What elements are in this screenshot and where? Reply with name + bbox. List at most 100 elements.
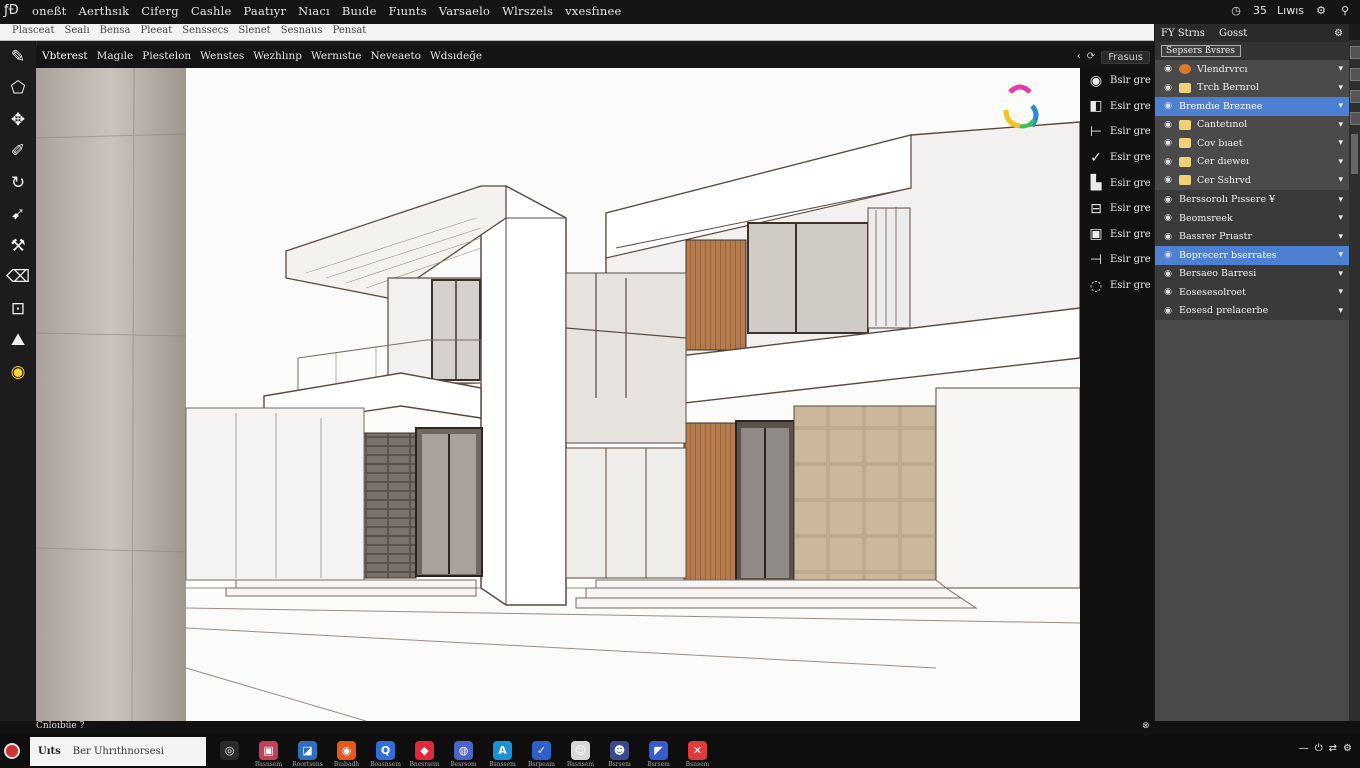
- taskbar-search[interactable]: Uıts Ber Uhrıthnorsesi: [30, 737, 206, 766]
- layer-menu-icon[interactable]: ▾: [1338, 138, 1343, 148]
- visibility-icon[interactable]: ◉: [1163, 213, 1173, 223]
- layer-menu-icon[interactable]: ▾: [1338, 306, 1343, 316]
- layer-row[interactable]: ◉ Boprecerr bserrates ▾: [1155, 246, 1349, 265]
- menu-item[interactable]: Fıunts: [389, 4, 427, 18]
- layer-row[interactable]: ◉ Eosesd prelacerbe ▾: [1155, 302, 1349, 321]
- photos-app-button[interactable]: ▣ Basnsem: [249, 737, 288, 768]
- gear-icon[interactable]: ⚙: [1314, 4, 1328, 17]
- layer-menu-icon[interactable]: ▾: [1338, 195, 1343, 205]
- layer-menu-icon[interactable]: ▾: [1338, 269, 1343, 279]
- layer-menu-icon[interactable]: ▾: [1338, 157, 1343, 167]
- face-app-button[interactable]: ☺ Basnsem: [561, 737, 600, 768]
- tool-property-row[interactable]: ▙ Esir gre: [1080, 170, 1154, 196]
- visibility-icon[interactable]: ◉: [1163, 83, 1173, 93]
- shape-tool-button[interactable]: ⬠: [0, 73, 36, 105]
- option-item[interactable]: Pensat: [333, 25, 367, 36]
- panel-tab[interactable]: FY Strns: [1161, 28, 1205, 39]
- layer-menu-icon[interactable]: ▾: [1338, 83, 1343, 93]
- pen-app-button[interactable]: A Bsnssem: [483, 737, 522, 768]
- document-tab[interactable]: Neveaeto: [370, 50, 421, 62]
- tool-property-row[interactable]: ◧ Esir gre: [1080, 94, 1154, 120]
- visibility-icon[interactable]: ◉: [1163, 138, 1173, 148]
- visibility-icon[interactable]: ◉: [1163, 195, 1173, 205]
- menu-item[interactable]: Varsaelo: [439, 4, 490, 18]
- shield-app-button[interactable]: ◆ Bnesrsem: [405, 737, 444, 768]
- crop-tool-button[interactable]: ⊡: [0, 293, 36, 325]
- tray-icon[interactable]: ⚙: [1343, 743, 1352, 754]
- option-item[interactable]: Slenet: [238, 25, 270, 36]
- option-item[interactable]: Senssecs: [182, 25, 228, 36]
- qapp-app-button[interactable]: Q Boasnsem: [366, 737, 405, 768]
- layer-row[interactable]: ◉ Trch Bernrol ▾: [1155, 79, 1349, 98]
- layer-menu-icon[interactable]: ▾: [1338, 120, 1343, 130]
- layer-row[interactable]: ◉ Berssorolı Pıssere ¥ ▾: [1155, 191, 1349, 210]
- menu-item[interactable]: vxesfınee: [565, 4, 621, 18]
- layer-filter-box[interactable]: Sepsers ßvsres: [1161, 45, 1241, 57]
- canvas[interactable]: [36, 68, 1080, 721]
- lasso-tool-button[interactable]: ↻: [0, 167, 36, 199]
- globe-app-button[interactable]: ◍ Besrsom: [444, 737, 483, 768]
- search-icon[interactable]: ⚲: [1338, 4, 1352, 17]
- transform-tool-button[interactable]: ✥: [0, 104, 36, 136]
- document-tab[interactable]: Piestelon: [142, 50, 191, 62]
- visibility-icon[interactable]: ◉: [1163, 175, 1173, 185]
- tray-icon[interactable]: ⇄: [1329, 743, 1337, 754]
- start-button[interactable]: [4, 743, 20, 759]
- menu-item[interactable]: oneßt: [32, 4, 66, 18]
- menu-item[interactable]: Paatıyr: [244, 4, 287, 18]
- menu-item[interactable]: Aerthsık: [78, 4, 129, 18]
- document-tab[interactable]: Wezhlınp: [253, 50, 302, 62]
- vs-app-button[interactable]: ◤ Bsrsem: [639, 737, 678, 768]
- layer-menu-icon[interactable]: ▾: [1338, 64, 1343, 74]
- menu-item[interactable]: Cashle: [191, 4, 232, 18]
- tool-property-row[interactable]: ◌ Esir gre: [1080, 273, 1154, 299]
- document-tab[interactable]: Wenstes: [200, 50, 244, 62]
- fill-tool-button[interactable]: ⛰: [0, 325, 36, 357]
- move-tool-button[interactable]: ➹: [0, 199, 36, 231]
- layer-menu-icon[interactable]: ▾: [1338, 232, 1343, 242]
- panel-toggle[interactable]: [1350, 68, 1360, 81]
- ps-app-button[interactable]: ◪ Roortsens: [288, 737, 327, 768]
- color-tool-button[interactable]: ◉: [0, 356, 36, 388]
- tool-property-row[interactable]: ▣ Esir gre: [1080, 222, 1154, 248]
- visibility-icon[interactable]: ◉: [1163, 269, 1173, 279]
- tool-property-row[interactable]: ◉ Bsir gre: [1080, 68, 1154, 94]
- user-name[interactable]: Lıwıs: [1277, 4, 1304, 17]
- menu-item[interactable]: Nıacı: [298, 4, 330, 18]
- visibility-icon[interactable]: ◉: [1163, 157, 1173, 167]
- layer-menu-icon[interactable]: ▾: [1338, 175, 1343, 185]
- panel-toggle[interactable]: [1350, 46, 1360, 59]
- menu-item[interactable]: Wlrszels: [502, 4, 553, 18]
- record-app-button[interactable]: ◉ Buıbadh: [327, 737, 366, 768]
- layer-menu-icon[interactable]: ▾: [1338, 101, 1343, 111]
- layer-row[interactable]: ◉ Beomsreek ▾: [1155, 209, 1349, 228]
- layer-row[interactable]: ◉ Bersaeo Barresi ▾: [1155, 265, 1349, 284]
- visibility-icon[interactable]: ◉: [1163, 232, 1173, 242]
- settings-icon[interactable]: ⚙: [1334, 28, 1343, 39]
- refresh-icon[interactable]: ⟳: [1087, 51, 1095, 64]
- layer-row[interactable]: ◉ Vlendrvrcı ▾: [1155, 60, 1349, 79]
- tool-property-row[interactable]: ⊣ Esir gre: [1080, 247, 1154, 273]
- layer-row[interactable]: ◉ Eosesesolroet ▾: [1155, 283, 1349, 302]
- panel-toggle[interactable]: [1350, 112, 1360, 125]
- user-app-button[interactable]: ☻ Bsrsem: [600, 737, 639, 768]
- document-tab[interactable]: Magıle: [97, 50, 134, 62]
- option-item[interactable]: Sesnaus: [281, 25, 323, 36]
- layer-menu-icon[interactable]: ▾: [1338, 213, 1343, 223]
- visibility-icon[interactable]: ◉: [1163, 250, 1173, 260]
- panel-tab[interactable]: Gosst: [1219, 28, 1247, 39]
- tool-property-row[interactable]: ⊢ Esir gre: [1080, 119, 1154, 145]
- document-tab[interactable]: Wernıstıe: [311, 50, 361, 62]
- brush-tool-button[interactable]: ✐: [0, 136, 36, 168]
- tool-property-row[interactable]: ⊟ Esir gre: [1080, 196, 1154, 222]
- visibility-icon[interactable]: ◉: [1163, 287, 1173, 297]
- layer-menu-icon[interactable]: ▾: [1338, 287, 1343, 297]
- layer-row[interactable]: ◉ Cov bıaet ▾: [1155, 134, 1349, 153]
- arrow-left-icon[interactable]: ‹: [1077, 51, 1081, 64]
- check-app-button[interactable]: ✓ Bsrpeam: [522, 737, 561, 768]
- layer-menu-icon[interactable]: ▾: [1338, 250, 1343, 260]
- option-item[interactable]: Bensa: [100, 25, 131, 36]
- scrollbar-thumb[interactable]: [1351, 134, 1358, 174]
- option-item[interactable]: Plasceat: [12, 25, 55, 36]
- pen-tool-button[interactable]: ✎: [0, 41, 36, 73]
